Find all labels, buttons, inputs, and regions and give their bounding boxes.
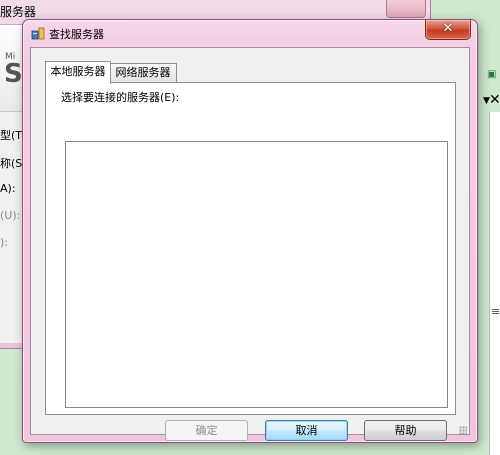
- ok-button[interactable]: 确定: [165, 420, 248, 441]
- side-pane-fragment: ▣ ▼ ✕ ≡: [483, 0, 500, 455]
- close-button[interactable]: ✕: [425, 20, 471, 40]
- background-label-auth: A):: [0, 182, 16, 195]
- dialog-client-area: 本地服务器 网络服务器 选择要连接的服务器(E): 确定 取消 帮助: [30, 47, 470, 441]
- server-app-icon: [31, 27, 45, 40]
- find-server-dialog: 查找服务器 ✕ 本地服务器 网络服务器 选择要连接的服务器(E): 确定 取消 …: [22, 19, 478, 443]
- resize-grip-icon[interactable]: [459, 426, 467, 434]
- background-label-user: (U):: [0, 209, 21, 222]
- dialog-title: 查找服务器: [49, 28, 104, 41]
- background-close-button[interactable]: [386, 0, 426, 18]
- help-button[interactable]: 帮助: [364, 420, 447, 441]
- select-server-label: 选择要连接的服务器(E):: [61, 91, 180, 104]
- network-icon: ▣: [487, 69, 497, 80]
- dialog-title-bar[interactable]: 查找服务器 ✕: [23, 20, 477, 47]
- grip-lines-icon: ≡: [491, 305, 500, 318]
- banner-big-text: S: [4, 59, 23, 89]
- tab-network-servers[interactable]: 网络服务器: [109, 63, 177, 83]
- cancel-button[interactable]: 取消: [265, 420, 348, 441]
- server-tree-list[interactable]: [65, 141, 448, 408]
- close-pane-icon[interactable]: ✕: [489, 92, 500, 108]
- side-pane-content: [489, 112, 500, 455]
- tab-network-servers-label: 网络服务器: [115, 66, 171, 79]
- close-icon: ✕: [442, 21, 454, 36]
- background-window-title: 服务器: [0, 5, 37, 19]
- tab-local-servers[interactable]: 本地服务器: [45, 61, 111, 84]
- tab-panel-local-servers: 选择要连接的服务器(E):: [45, 82, 456, 415]
- tab-local-servers-label: 本地服务器: [50, 65, 106, 78]
- background-label-password: ):: [0, 236, 8, 249]
